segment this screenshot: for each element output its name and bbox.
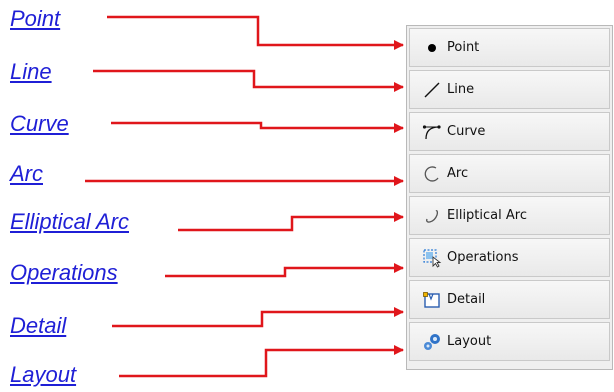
toolbar-label: Operations bbox=[447, 250, 519, 265]
toolbar-button-arc[interactable]: Arc bbox=[409, 154, 610, 193]
toolbar-label: Elliptical Arc bbox=[447, 208, 527, 223]
layout-icon bbox=[422, 332, 442, 352]
toolbar-label: Detail bbox=[447, 292, 486, 307]
toolbar-button-operations[interactable]: Operations bbox=[409, 238, 610, 277]
toolbar-label: Line bbox=[447, 82, 475, 97]
arrow-elliptical-arc bbox=[178, 212, 404, 232]
toolbar-button-detail[interactable]: Detail bbox=[409, 280, 610, 319]
toolbar-label: Layout bbox=[447, 334, 492, 349]
toolbar-button-curve[interactable]: Curve bbox=[409, 112, 610, 151]
toolbar-label: Point bbox=[447, 40, 480, 55]
toolbar-label: Arc bbox=[447, 166, 469, 181]
detail-icon bbox=[422, 290, 442, 310]
operations-icon bbox=[422, 248, 442, 268]
arc-icon bbox=[422, 164, 442, 184]
toolbar-button-point[interactable]: Point bbox=[409, 28, 610, 67]
arrow-curve bbox=[111, 121, 404, 133]
arrow-line bbox=[93, 69, 404, 92]
arrow-point bbox=[107, 15, 404, 50]
arrow-layout bbox=[119, 345, 404, 378]
line-icon bbox=[422, 80, 442, 100]
annotated-toolbar-figure: Point Line Curve Arc Elliptical Arc Oper… bbox=[0, 0, 614, 392]
point-icon bbox=[422, 38, 442, 58]
toolbar-button-layout[interactable]: Layout bbox=[409, 322, 610, 361]
elliptical-arc-icon bbox=[422, 206, 442, 226]
drawing-toolbar: Point Line Curve Arc Elliptical Arc Oper… bbox=[406, 25, 613, 370]
arrow-operations bbox=[165, 263, 404, 278]
curve-icon bbox=[422, 122, 442, 142]
toolbar-button-elliptical-arc[interactable]: Elliptical Arc bbox=[409, 196, 610, 235]
arrow-detail bbox=[112, 307, 404, 328]
toolbar-label: Curve bbox=[447, 124, 486, 139]
toolbar-button-line[interactable]: Line bbox=[409, 70, 610, 109]
